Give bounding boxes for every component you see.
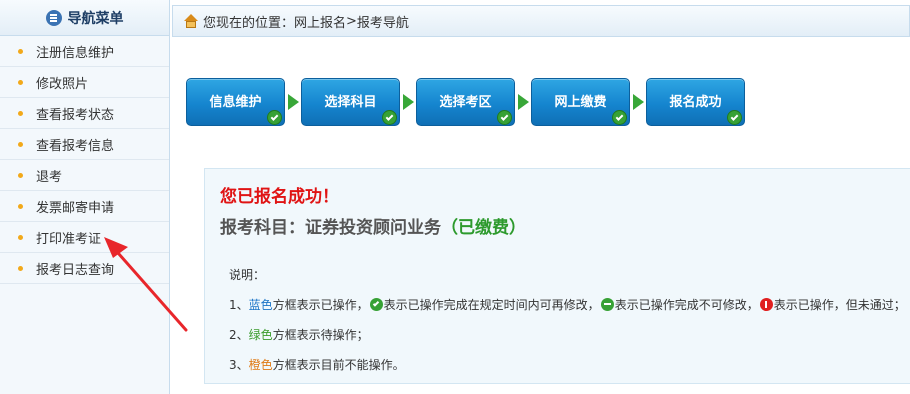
- sidebar-item-invoice-mail[interactable]: 发票邮寄申请: [0, 191, 169, 222]
- note-text: 方框表示待操作；: [272, 327, 369, 342]
- progress-steps: 信息维护 选择科目 选择考区 网上缴费 报名成功: [186, 77, 745, 127]
- sidebar-item-label[interactable]: 打印准考证: [36, 228, 101, 247]
- instruction-line-1: 1、 蓝色 方框表示已操作， 表示已操作完成在规定时间内可再修改， 表示已操作完…: [229, 293, 906, 315]
- breadcrumb-separator: >: [346, 13, 357, 29]
- arrow-right-icon: [285, 78, 301, 126]
- breadcrumb-location[interactable]: 您现在的位置：网上报名: [203, 12, 346, 31]
- sidebar-item-label[interactable]: 报考日志查询: [36, 259, 114, 278]
- step-label: 网上缴费: [554, 95, 607, 110]
- note-text: 表示已操作完成在规定时间内可再修改，: [383, 297, 600, 312]
- sidebar-item-label[interactable]: 退考: [36, 166, 62, 185]
- check-icon: [612, 110, 627, 125]
- sidebar-item-exam-info[interactable]: 查看报考信息: [0, 129, 169, 160]
- breadcrumb-current: 报考导航: [356, 15, 409, 31]
- exam-subject-text: 报考科目：证券投资顾问业务: [220, 218, 441, 238]
- sidebar-item-exam-log[interactable]: 报考日志查询: [0, 253, 169, 284]
- note-text: 方框表示目前不能操作。: [272, 357, 405, 372]
- bullet-icon: [18, 141, 23, 147]
- step-select-area[interactable]: 选择考区: [416, 78, 515, 126]
- note-text: 方框表示已操作，: [272, 297, 369, 312]
- sidebar-item-register-info[interactable]: 注册信息维护: [0, 36, 169, 67]
- sidebar-item-label[interactable]: 发票邮寄申请: [36, 197, 114, 216]
- bullet-icon: [18, 234, 23, 240]
- breadcrumb: 您现在的位置：网上报名 > 报考导航: [172, 5, 910, 37]
- line-number: 3、: [229, 357, 249, 372]
- sidebar-item-label[interactable]: 注册信息维护: [36, 42, 114, 61]
- step-info-maintenance[interactable]: 信息维护: [186, 78, 285, 126]
- color-word-green: 绿色: [248, 327, 273, 342]
- arrow-right-icon: [630, 78, 646, 126]
- check-icon: [382, 110, 397, 125]
- nav-menu: 注册信息维护 修改照片 查看报考状态 查看报考信息 退考 发票邮寄申请 打印准考…: [0, 36, 169, 284]
- check-circle-icon: [369, 297, 383, 311]
- check-icon: [497, 110, 512, 125]
- sidebar-header: 导航菜单: [0, 0, 169, 36]
- sidebar-title: 导航菜单: [67, 10, 124, 27]
- note-text: 表示已操作，但未通过；: [773, 297, 906, 312]
- bullet-icon: [18, 203, 23, 209]
- bullet-icon: [18, 265, 23, 271]
- instructions: 说明： 1、 蓝色 方框表示已操作， 表示已操作完成在规定时间内可再修改， 表示…: [229, 263, 906, 375]
- minus-circle-icon: [600, 297, 614, 311]
- check-icon: [267, 110, 282, 125]
- color-word-blue: 蓝色: [248, 297, 273, 312]
- step-label: 信息维护: [209, 95, 262, 110]
- line-number: 1、: [229, 297, 249, 312]
- step-label: 报名成功: [669, 95, 722, 110]
- sidebar-item-label[interactable]: 查看报考信息: [36, 135, 114, 154]
- bullet-icon: [18, 48, 23, 54]
- check-icon: [727, 110, 742, 125]
- bullet-icon: [18, 172, 23, 178]
- instructions-title: 说明：: [229, 267, 266, 282]
- sidebar-item-label[interactable]: 修改照片: [36, 73, 88, 92]
- sidebar-item-change-photo[interactable]: 修改照片: [0, 67, 169, 98]
- arrow-right-icon: [515, 78, 531, 126]
- step-registration-success[interactable]: 报名成功: [646, 78, 745, 126]
- step-label: 选择科目: [324, 95, 377, 110]
- line-number: 2、: [229, 327, 249, 342]
- sidebar-item-exam-status[interactable]: 查看报考状态: [0, 98, 169, 129]
- home-icon: [183, 14, 199, 28]
- paid-status: （已缴费）: [441, 218, 526, 238]
- page: 导航菜单 注册信息维护 修改照片 查看报考状态 查看报考信息 退考 发票邮寄申请…: [0, 0, 910, 394]
- sidebar: 导航菜单 注册信息维护 修改照片 查看报考状态 查看报考信息 退考 发票邮寄申请…: [0, 0, 170, 394]
- warning-circle-icon: [759, 297, 773, 311]
- color-word-orange: 橙色: [248, 357, 273, 372]
- sidebar-item-print-admission[interactable]: 打印准考证: [0, 222, 169, 253]
- success-message: 您已报名成功！: [220, 187, 339, 207]
- instruction-line-3: 3、 橙色 方框表示目前不能操作。: [229, 353, 906, 375]
- step-online-payment[interactable]: 网上缴费: [531, 78, 630, 126]
- menu-icon: [45, 9, 62, 26]
- instruction-line-2: 2、 绿色 方框表示待操作；: [229, 323, 906, 345]
- exam-subject: 报考科目：证券投资顾问业务（已缴费）: [220, 213, 526, 238]
- result-panel: 您已报名成功！ 报考科目：证券投资顾问业务（已缴费） 说明： 1、 蓝色 方框表…: [204, 168, 910, 384]
- arrow-right-icon: [400, 78, 416, 126]
- step-select-subject[interactable]: 选择科目: [301, 78, 400, 126]
- sidebar-item-label[interactable]: 查看报考状态: [36, 104, 114, 123]
- bullet-icon: [18, 110, 23, 116]
- sidebar-item-withdraw[interactable]: 退考: [0, 160, 169, 191]
- step-label: 选择考区: [439, 95, 492, 110]
- bullet-icon: [18, 79, 23, 85]
- note-text: 表示已操作完成不可修改，: [614, 297, 759, 312]
